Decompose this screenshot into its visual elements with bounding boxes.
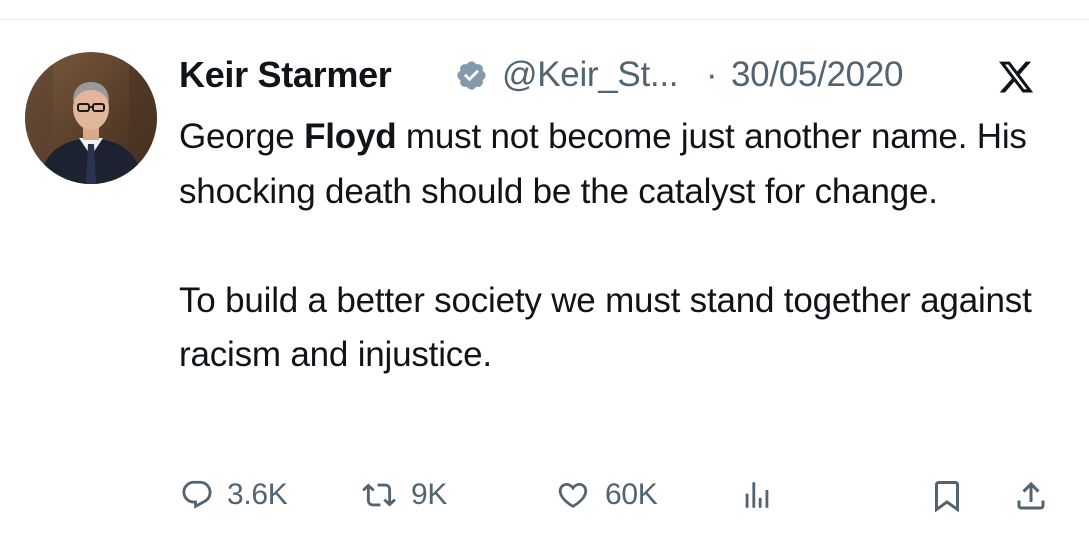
share-button[interactable] [1011, 470, 1055, 520]
verified-badge-icon[interactable] [455, 59, 488, 92]
like-count: 60K [605, 478, 658, 511]
reply-count: 3.6K [227, 478, 288, 511]
top-divider [0, 19, 1089, 20]
tweet-actions-bar: 3.6K 9K 60K [179, 470, 1059, 520]
author-display-name[interactable]: Keir Starmer [179, 52, 392, 98]
tweet-text-part: George [179, 117, 305, 156]
like-icon [558, 482, 588, 508]
author-handle[interactable]: @Keir_St... [502, 52, 678, 98]
repost-icon [362, 483, 396, 507]
header-separator: · [706, 55, 718, 94]
views-button[interactable] [737, 470, 787, 520]
repost-count: 9K [411, 478, 448, 511]
share-icon [1017, 481, 1045, 510]
like-button[interactable]: 60K [553, 470, 693, 520]
bookmark-button[interactable] [927, 470, 971, 520]
tweet-paragraph-2: To build a better society we must stand … [179, 280, 1032, 375]
reply-button[interactable]: 3.6K [179, 470, 329, 520]
reply-icon [182, 480, 212, 509]
tweet-date[interactable]: 30/05/2020 [731, 52, 903, 98]
profile-photo-icon [25, 52, 157, 184]
tweet-header: Keir Starmer @Keir_St... · 30/05/2020 [179, 52, 1069, 98]
views-icon [745, 482, 769, 508]
x-logo-icon [996, 58, 1036, 96]
tweet-paragraph-1: George Floyd must not become just anothe… [179, 110, 1059, 219]
avatar[interactable] [25, 52, 157, 184]
tweet-text: George Floyd must not become just anothe… [179, 110, 1059, 383]
repost-button[interactable]: 9K [359, 470, 489, 520]
bookmark-icon [935, 481, 959, 513]
tweet-text-bold: Floyd [304, 117, 397, 156]
